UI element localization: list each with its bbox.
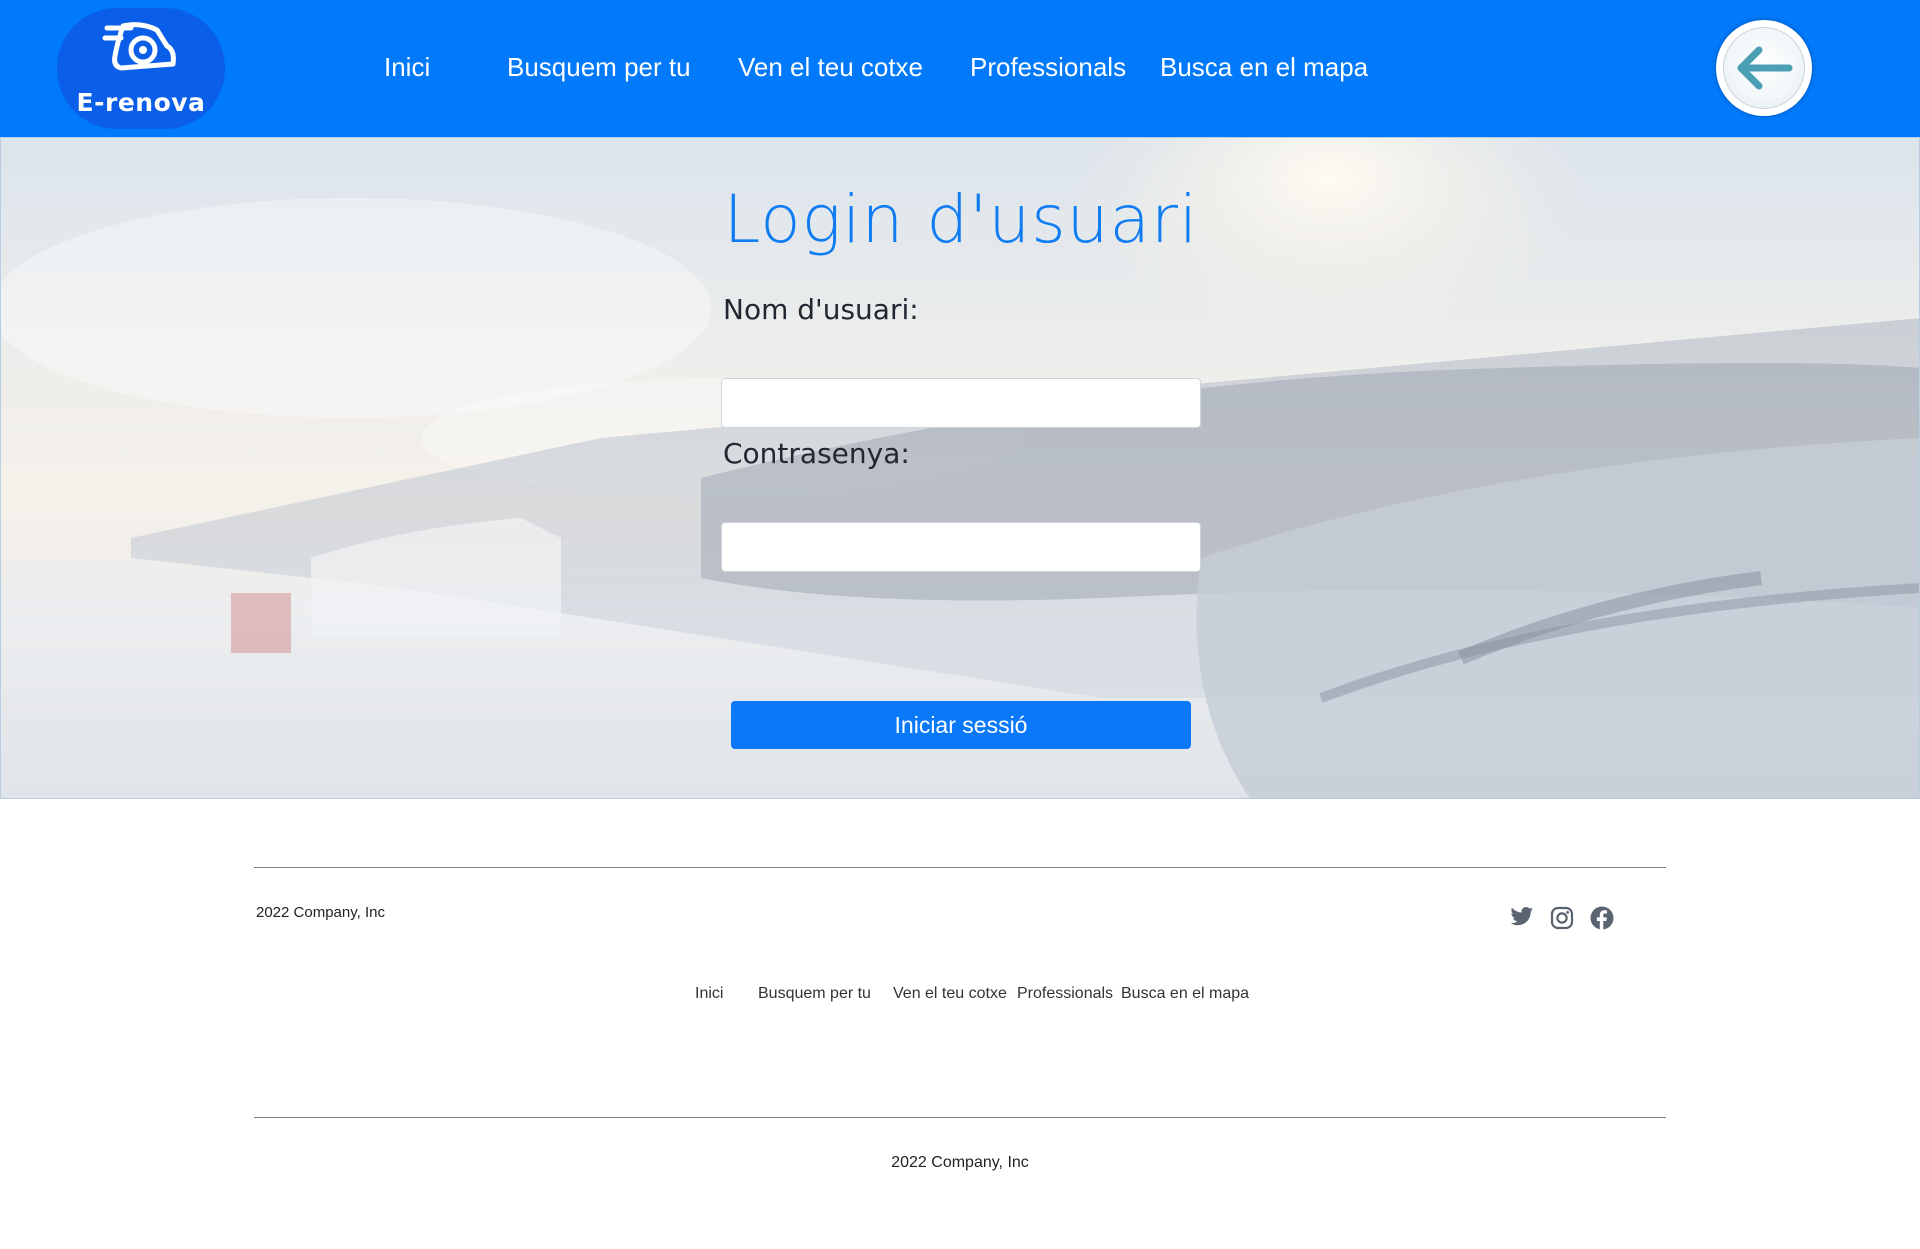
password-label: Contrasenya: [723, 437, 910, 470]
nav-item-inici[interactable]: Inici [384, 52, 430, 83]
nav-item-busquem-per-tu[interactable]: Busquem per tu [507, 52, 691, 83]
footer-bottom-copyright: 2022 Company, Inc [891, 1154, 1029, 1171]
logo[interactable]: E-renova [57, 8, 225, 129]
nav-item-professionals[interactable]: Professionals [970, 52, 1126, 83]
nav-item-ven-el-teu-cotxe[interactable]: Ven el teu cotxe [738, 52, 923, 83]
username-input[interactable] [721, 378, 1201, 428]
twitter-icon[interactable] [1510, 906, 1534, 933]
footer-link-busca-en-el-mapa[interactable]: Busca en el mapa [1121, 985, 1249, 1003]
page-title: Login d'usuari [723, 181, 1199, 258]
footer-divider-top [254, 867, 1666, 868]
logo-car-icon [102, 22, 176, 71]
top-navbar: E-renova Inici Busquem per tu Ven el teu… [0, 0, 1920, 137]
footer-link-ven-el-teu-cotxe[interactable]: Ven el teu cotxe [893, 985, 1007, 1003]
username-label: Nom d'usuari: [723, 293, 919, 326]
back-button[interactable] [1716, 20, 1812, 116]
footer-link-busquem-per-tu[interactable]: Busquem per tu [758, 985, 871, 1003]
password-input[interactable] [721, 522, 1201, 572]
footer-link-inici[interactable]: Inici [695, 985, 723, 1003]
facebook-icon[interactable] [1590, 906, 1614, 935]
footer-divider-bottom [254, 1117, 1666, 1118]
footer-link-professionals[interactable]: Professionals [1017, 985, 1113, 1003]
login-button[interactable]: Iniciar sessió [731, 701, 1191, 749]
nav-item-busca-en-el-mapa[interactable]: Busca en el mapa [1160, 52, 1368, 83]
logo-text: E-renova [76, 88, 206, 117]
arrow-left-icon [1737, 46, 1793, 90]
instagram-icon[interactable] [1550, 906, 1574, 935]
login-hero: Login d'usuari Nom d'usuari: Contrasenya… [0, 137, 1920, 799]
footer-copyright: 2022 Company, Inc [256, 904, 385, 921]
